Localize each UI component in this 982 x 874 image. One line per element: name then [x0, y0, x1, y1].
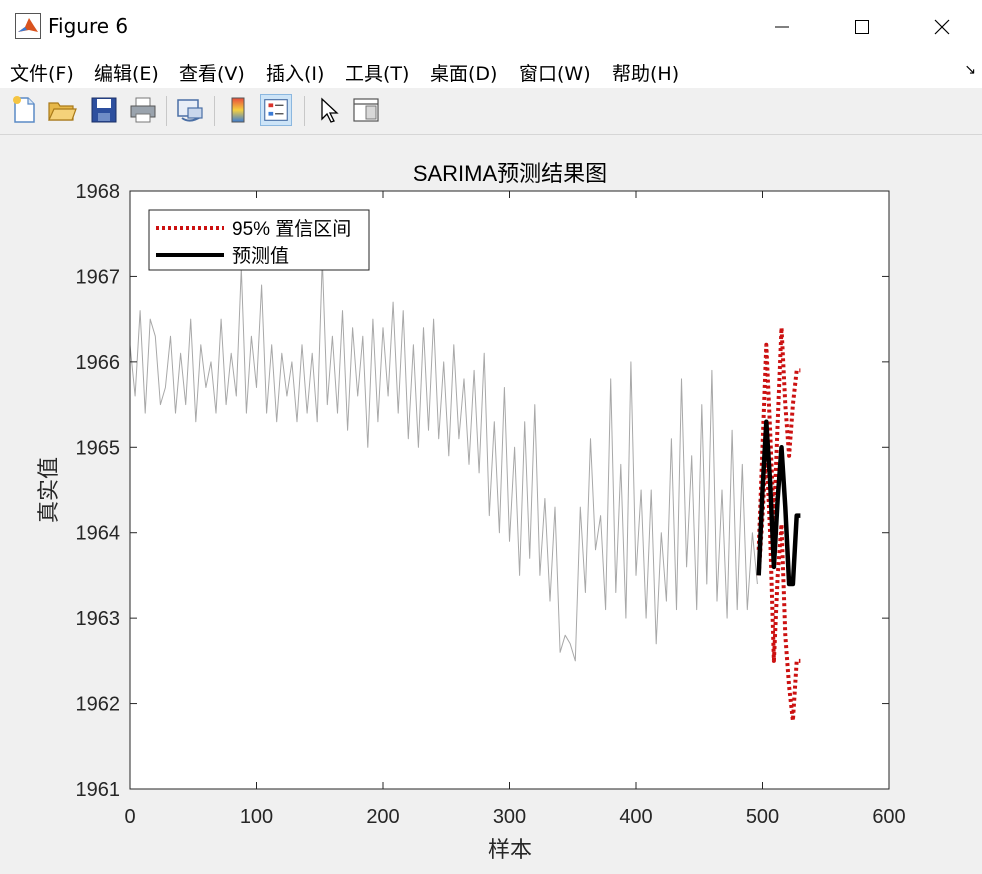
figure-toolbar: [0, 88, 982, 135]
menu-view[interactable]: 查看(V): [179, 59, 245, 86]
y-tick-label: 1967: [76, 266, 121, 288]
y-axis-label: 真实值: [36, 457, 61, 523]
print-icon[interactable]: [127, 94, 159, 126]
close-button[interactable]: [902, 0, 982, 54]
property-inspector-icon[interactable]: [350, 94, 382, 126]
toolbar-separator: [304, 96, 305, 126]
y-tick-label: 1968: [76, 181, 121, 203]
menu-desktop[interactable]: 桌面(D): [430, 59, 497, 86]
figure-canvas: 0 100 200 300 400 500 600 1961 1962 1963 1964 1965 1…: [0, 135, 982, 874]
y-tick-label: 1966: [76, 352, 121, 374]
x-tick-label: 400: [619, 806, 652, 828]
toolbar-separator: [166, 96, 167, 126]
window-title: Figure 6: [48, 14, 129, 38]
matlab-logo-icon: [15, 13, 41, 39]
x-tick-label: 300: [493, 806, 526, 828]
select-arrow-icon[interactable]: [312, 94, 344, 126]
menu-insert[interactable]: 插入(I): [266, 59, 324, 86]
y-tick-label: 1964: [76, 523, 121, 545]
y-tick-label: 1962: [76, 694, 121, 716]
sarima-chart: 0 100 200 300 400 500 600 1961 1962 1963 1964 1965 1…: [36, 161, 906, 862]
x-tick-label: 0: [124, 806, 135, 828]
minimize-button[interactable]: [742, 0, 822, 54]
toolbar-separator: [214, 96, 215, 126]
axes-background: [130, 191, 889, 789]
x-tick-label: 100: [240, 806, 273, 828]
save-icon[interactable]: [88, 94, 120, 126]
chart-title: SARIMA预测结果图: [413, 161, 607, 186]
x-tick-label: 600: [872, 806, 905, 828]
open-file-icon[interactable]: [46, 94, 78, 126]
dock-arrow-icon[interactable]: ↘: [964, 62, 976, 78]
maximize-icon: [855, 20, 869, 34]
link-plot-icon[interactable]: [174, 94, 206, 126]
menu-tools[interactable]: 工具(T): [345, 59, 409, 86]
menu-bar: 文件(F) 编辑(E) 查看(V) 插入(I) 工具(T) 桌面(D) 窗口(W…: [0, 54, 982, 88]
x-axis-label: 样本: [488, 837, 532, 862]
legend-icon[interactable]: [260, 94, 292, 126]
menu-window[interactable]: 窗口(W): [519, 59, 591, 86]
minimize-icon: [775, 26, 789, 28]
maximize-button[interactable]: [822, 0, 902, 54]
legend-label-ci: 95% 置信区间: [232, 218, 351, 240]
menu-help[interactable]: 帮助(H): [612, 59, 679, 86]
legend[interactable]: 95% 置信区间 预测值: [148, 209, 370, 271]
y-tick-label: 1961: [76, 779, 121, 801]
menu-edit[interactable]: 编辑(E): [94, 59, 159, 86]
menu-file[interactable]: 文件(F): [10, 59, 74, 86]
close-icon: [934, 19, 950, 35]
x-tick-label: 200: [366, 806, 399, 828]
window-title-bar: Figure 6: [0, 0, 982, 54]
x-tick-label: 500: [746, 806, 779, 828]
y-tick-label: 1963: [76, 608, 121, 630]
new-figure-icon[interactable]: [8, 94, 40, 126]
colorbar-icon[interactable]: [222, 94, 254, 126]
y-tick-label: 1965: [76, 437, 121, 459]
legend-label-forecast: 预测值: [232, 245, 289, 267]
